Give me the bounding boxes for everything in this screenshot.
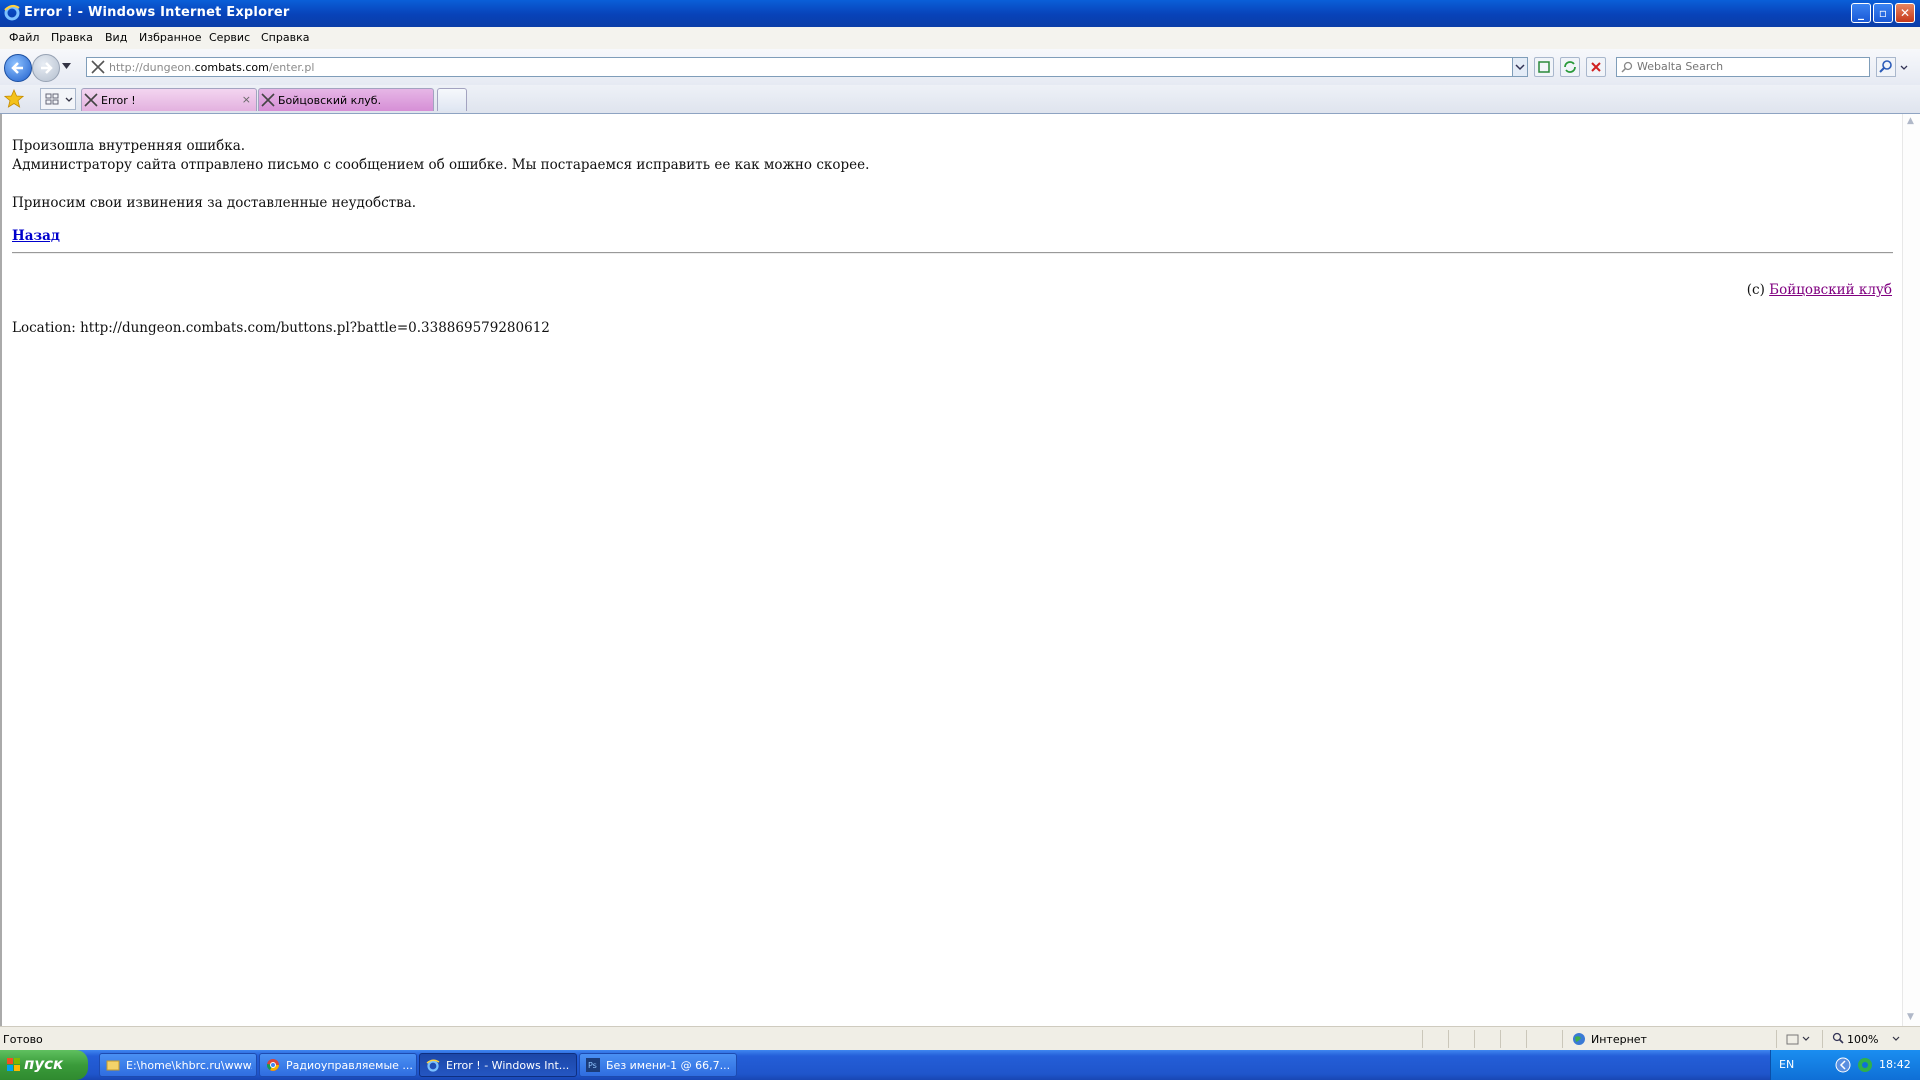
close-button[interactable]: ✕ xyxy=(1895,3,1915,23)
status-divider xyxy=(1422,1030,1423,1048)
forward-button[interactable] xyxy=(32,54,60,82)
favorites-star-icon[interactable] xyxy=(4,89,24,109)
search-box[interactable] xyxy=(1616,57,1870,77)
forward-arrow-icon xyxy=(41,62,53,74)
magnifier-icon xyxy=(1879,60,1892,73)
apology-text: Приносим свои извинения за доставленные … xyxy=(12,195,417,211)
status-divider xyxy=(1448,1030,1449,1048)
status-divider xyxy=(1500,1030,1501,1048)
menu-favorites[interactable]: Избранное xyxy=(139,31,201,44)
status-bar: Готово Интернет 100% xyxy=(0,1026,1920,1051)
chrome-icon xyxy=(266,1059,279,1071)
tab-label: Error ! xyxy=(101,94,136,107)
tab-bar: Error ! × Бойцовский клуб. xyxy=(0,85,1920,114)
copyright-prefix: (c) xyxy=(1746,282,1770,298)
menu-view[interactable]: Вид xyxy=(105,31,127,44)
system-tray: EN 18:42 xyxy=(1770,1050,1920,1080)
address-toolbar: http://dungeon.combats.com/enter.pl xyxy=(0,49,1920,85)
search-button[interactable] xyxy=(1876,57,1896,77)
tray-back-icon[interactable] xyxy=(1835,1057,1851,1073)
photoshop-icon: Ps xyxy=(586,1058,600,1072)
recent-pages-dropdown-icon[interactable] xyxy=(62,63,71,69)
zoom-level[interactable]: 100% xyxy=(1847,1033,1878,1046)
page-content: Произошла внутренняя ошибка. Администрат… xyxy=(0,114,1902,1026)
globe-icon xyxy=(1573,1033,1585,1045)
popup-blocker-icon[interactable] xyxy=(1786,1032,1812,1046)
compatibility-icon xyxy=(1538,61,1550,73)
status-text: Готово xyxy=(3,1033,43,1046)
folder-icon xyxy=(106,1060,120,1071)
back-button[interactable] xyxy=(4,54,32,82)
windows-flag-icon xyxy=(7,1058,20,1071)
title-bar: Error ! - Windows Internet Explorer _ ▫ … xyxy=(0,0,1920,27)
menu-bar: Файл Правка Вид Избранное Сервис Справка xyxy=(0,27,1920,50)
taskbar-item-label: Error ! - Windows Int... xyxy=(446,1059,570,1072)
search-icon xyxy=(1621,61,1633,73)
internet-explorer-icon xyxy=(4,4,20,21)
tray-status-icon[interactable] xyxy=(1857,1057,1873,1073)
error-heading: Произошла внутренняя ошибка. xyxy=(12,138,246,154)
status-divider xyxy=(1822,1030,1823,1048)
address-dropdown-button[interactable] xyxy=(1512,57,1528,77)
back-arrow-icon xyxy=(11,62,23,74)
quick-tabs-grid-icon xyxy=(45,93,73,105)
stop-button[interactable] xyxy=(1586,57,1606,77)
status-divider xyxy=(1474,1030,1475,1048)
taskbar-item-photoshop[interactable]: Ps Без имени-1 @ 66,7... xyxy=(579,1053,737,1077)
svg-text:Ps: Ps xyxy=(588,1061,597,1070)
status-divider xyxy=(1776,1030,1777,1048)
taskbar-item-label: E:\home\khbrc.ru\www... xyxy=(126,1059,252,1072)
stop-x-icon xyxy=(1591,62,1601,72)
taskbar: пуск E:\home\khbrc.ru\www... Радиоуправл… xyxy=(0,1050,1920,1080)
swords-icon xyxy=(261,93,275,107)
address-text[interactable]: http://dungeon.combats.com/enter.pl xyxy=(109,61,314,74)
error-message: Администратору сайта отправлено письмо с… xyxy=(12,157,870,173)
address-bar[interactable]: http://dungeon.combats.com/enter.pl xyxy=(86,57,1522,77)
language-indicator[interactable]: EN xyxy=(1779,1058,1794,1071)
start-label: пуск xyxy=(24,1055,64,1073)
new-tab-button[interactable] xyxy=(437,88,467,111)
taskbar-item-explorer[interactable]: E:\home\khbrc.ru\www... xyxy=(99,1053,257,1077)
vertical-scrollbar[interactable]: ▲ ▼ xyxy=(1902,114,1920,1026)
search-input[interactable] xyxy=(1637,60,1857,73)
taskbar-item-chrome[interactable]: Радиоуправляемые ... xyxy=(259,1053,417,1077)
copyright: (c) Бойцовский клуб xyxy=(1747,282,1892,298)
menu-help[interactable]: Справка xyxy=(261,31,309,44)
tab-fight-club[interactable]: Бойцовский клуб. xyxy=(258,88,434,111)
start-button[interactable]: пуск xyxy=(0,1050,88,1080)
horizontal-rule xyxy=(12,252,1893,254)
refresh-icon xyxy=(1564,61,1576,73)
security-zone[interactable]: Интернет xyxy=(1591,1033,1647,1046)
quick-tabs-button[interactable] xyxy=(40,88,76,110)
taskbar-item-internet-explorer[interactable]: Error ! - Windows Int... xyxy=(419,1053,577,1077)
taskbar-item-label: Радиоуправляемые ... xyxy=(286,1059,412,1072)
location-text: Location: http://dungeon.combats.com/but… xyxy=(12,320,550,336)
status-divider xyxy=(1526,1030,1527,1048)
restore-button[interactable]: ▫ xyxy=(1873,3,1893,23)
site-swords-icon xyxy=(91,60,105,74)
fight-club-link[interactable]: Бойцовский клуб xyxy=(1769,282,1892,298)
menu-tools[interactable]: Сервис xyxy=(209,31,250,44)
status-divider xyxy=(1562,1030,1563,1048)
minimize-button[interactable]: _ xyxy=(1851,3,1871,23)
zoom-icon xyxy=(1832,1032,1844,1044)
search-options-dropdown-icon[interactable] xyxy=(1898,57,1910,77)
scroll-up-icon[interactable]: ▲ xyxy=(1907,116,1914,126)
internet-explorer-icon xyxy=(426,1059,440,1072)
swords-icon xyxy=(84,93,98,107)
menu-edit[interactable]: Правка xyxy=(51,31,93,44)
refresh-button[interactable] xyxy=(1560,57,1580,77)
chevron-down-icon xyxy=(1515,64,1525,71)
tab-error[interactable]: Error ! × xyxy=(81,88,257,111)
compatibility-view-button[interactable] xyxy=(1534,57,1554,77)
tab-close-icon[interactable]: × xyxy=(242,93,251,106)
scroll-down-icon[interactable]: ▼ xyxy=(1907,1012,1914,1022)
back-link[interactable]: Назад xyxy=(12,228,60,244)
taskbar-item-label: Без имени-1 @ 66,7... xyxy=(606,1059,731,1072)
tab-label: Бойцовский клуб. xyxy=(278,94,382,107)
clock[interactable]: 18:42 xyxy=(1879,1058,1911,1071)
window-title: Error ! - Windows Internet Explorer xyxy=(24,5,290,20)
zoom-dropdown-icon[interactable] xyxy=(1892,1033,1900,1043)
menu-file[interactable]: Файл xyxy=(9,31,39,44)
